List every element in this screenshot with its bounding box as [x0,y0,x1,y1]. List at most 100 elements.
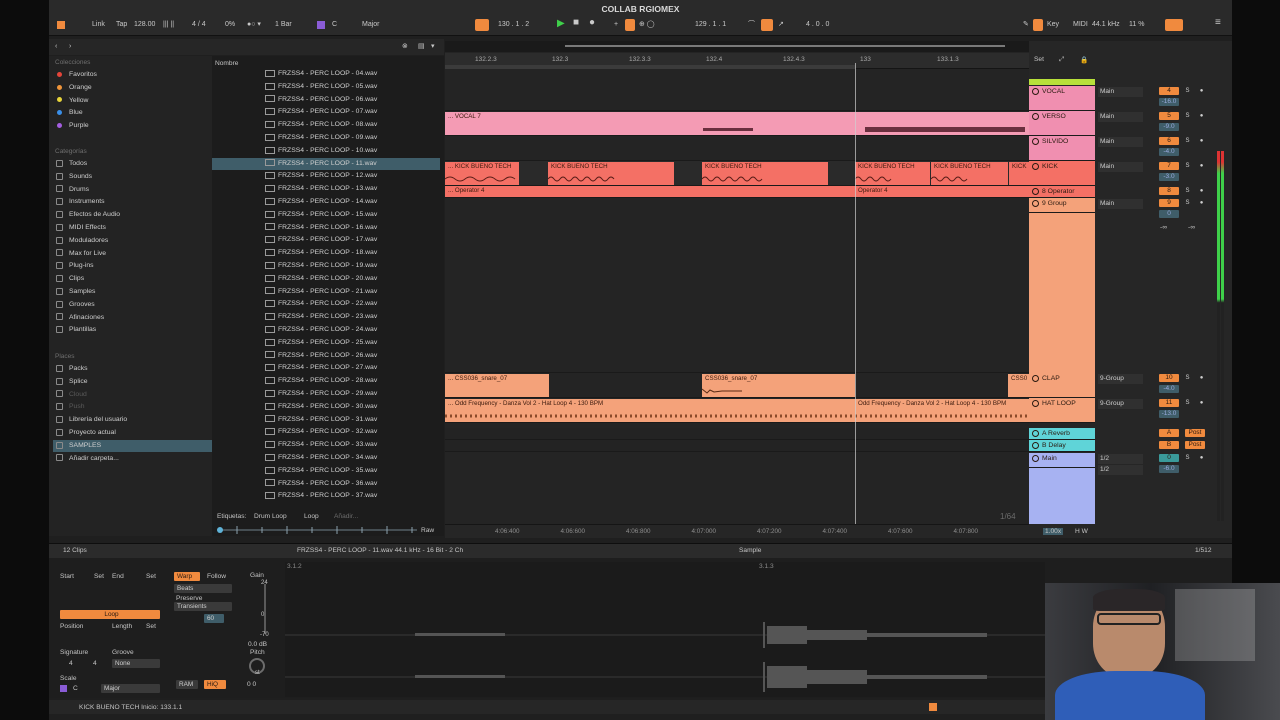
beat-ruler[interactable]: 132.2.3 132.3 132.3.3 132.4 132.4.3 133 133.1.… [445,53,1029,69]
track-volume[interactable]: -6.0 [1159,465,1179,473]
file-item[interactable]: FRZSS4 - PERC LOOP - 30.wav [212,401,440,414]
sample-tab[interactable]: Sample [739,547,761,554]
stop-icon[interactable]: ■ [573,18,579,28]
punch-icon[interactable]: ⊕ ◯ [639,20,655,30]
file-item[interactable]: FRZSS4 - PERC LOOP - 17.wav [212,234,440,247]
category-item[interactable]: Grooves [53,299,95,311]
clip-kick-5[interactable]: KICK [1009,162,1029,185]
punch-out-icon[interactable]: ↗ [778,20,784,30]
file-item[interactable]: FRZSS4 - PERC LOOP - 14.wav [212,196,440,209]
file-item[interactable]: FRZSS4 - PERC LOOP - 22.wav [212,298,440,311]
file-item[interactable]: FRZSS4 - PERC LOOP - 23.wav [212,311,440,324]
collection-blue[interactable]: Blue [53,107,83,119]
forward-icon[interactable]: › [69,42,71,52]
clip-snare-2[interactable]: CSS036_snare_07 [702,374,855,397]
track-activator-icon[interactable] [1032,374,1039,382]
category-item[interactable]: MIDI Effects [53,222,106,234]
track-volume[interactable]: -13.0 [1159,410,1179,418]
file-item[interactable]: FRZSS4 - PERC LOOP - 29.wav [212,388,440,401]
quantize-select[interactable]: 1 Bar [275,20,292,30]
collection-favoritos[interactable]: Favoritos [53,69,97,81]
arm-button[interactable]: ● [1197,87,1206,95]
track-lane-vocal[interactable] [445,86,1029,111]
return-lane-delay[interactable] [445,440,1029,452]
track-lane-operator[interactable]: ... Operator 4 Operator 4 [445,186,1029,198]
category-item[interactable]: Todos [53,158,87,170]
track-header-a-reverb[interactable]: A Reverb [1029,428,1095,440]
clip-operator-2[interactable]: Operator 4 [855,186,1029,197]
track-output-select[interactable]: Main [1098,137,1143,147]
track-output-select[interactable]: 9-Group [1098,374,1143,384]
key-map-button[interactable] [1033,19,1043,31]
track-number[interactable]: 6 [1159,137,1179,145]
file-item[interactable]: FRZSS4 - PERC LOOP - 34.wav [212,452,440,465]
transient-value[interactable]: 60 [204,614,224,623]
track-volume[interactable]: -9.0 [1159,123,1179,131]
follow-toggle[interactable]: Follow [207,573,226,580]
loop-toggle[interactable] [625,19,635,31]
track-volume[interactable]: -4.0 [1159,385,1179,393]
automation-arm-button[interactable] [475,19,489,31]
solo-button[interactable]: S [1183,199,1192,207]
track-number[interactable]: 4 [1159,87,1179,95]
tag-drum-loop[interactable]: Drum Loop [254,513,287,520]
file-item[interactable]: FRZSS4 - PERC LOOP - 32.wav [212,426,440,439]
clip-hat-1[interactable]: ... Odd Frequency - Danza Vol 2 - Hat Lo… [445,399,855,422]
file-item[interactable]: FRZSS4 - PERC LOOP - 05.wav [212,81,440,94]
clip-kick-0[interactable]: ... KICK BUENO TECH [445,162,519,185]
solo-button[interactable]: S [1183,87,1192,95]
track-output-select[interactable]: Main [1098,87,1143,97]
loop-length-field[interactable]: 4 . 0 . 0 [806,20,829,30]
arm-button[interactable]: ● [1197,374,1206,382]
file-item[interactable]: FRZSS4 - PERC LOOP - 18.wav [212,247,440,260]
signature-field[interactable]: 4 / 4 [192,20,206,30]
track-header-verso[interactable]: VERSO [1029,111,1095,136]
groove-amount[interactable]: 0% [225,20,235,30]
key-select[interactable]: C [332,20,337,30]
file-item[interactable]: FRZSS4 - PERC LOOP - 12.wav [212,170,440,183]
track-volume[interactable]: -4.0 [1159,148,1179,156]
solo-button[interactable]: S [1183,399,1192,407]
file-item[interactable]: FRZSS4 - PERC LOOP - 07.wav [212,106,440,119]
category-item[interactable]: Plug-ins [53,260,94,272]
track-number[interactable]: 11 [1159,399,1179,407]
track-number[interactable]: 10 [1159,374,1179,382]
main-track-body[interactable] [1029,468,1095,524]
set-button[interactable]: Set [1034,56,1044,63]
pencil-icon[interactable]: ✎ [1023,20,1029,30]
track-header-9-group[interactable]: 9 Group [1029,198,1095,213]
file-item[interactable]: FRZSS4 - PERC LOOP - 10.wav [212,145,440,158]
track-activator-icon[interactable] [1032,399,1039,407]
hiq-toggle[interactable]: HiQ [204,680,226,689]
track-number[interactable]: A [1159,429,1179,437]
track-number[interactable]: B [1159,441,1179,449]
file-item[interactable]: FRZSS4 - PERC LOOP - 27.wav [212,362,440,375]
groove-select[interactable]: None [112,659,160,668]
file-item[interactable]: FRZSS4 - PERC LOOP - 19.wav [212,260,440,273]
solo-button[interactable]: S [1183,454,1192,462]
file-item[interactable]: FRZSS4 - PERC LOOP - 26.wav [212,350,440,363]
end-set-button[interactable]: Set [146,573,156,580]
scale-select[interactable]: Major [362,20,380,30]
place-item[interactable]: Añadir carpeta... [53,453,212,465]
track-volume[interactable]: -3.0 [1159,173,1179,181]
group-track-body[interactable] [1029,213,1095,373]
category-item[interactable]: Afinaciones [53,312,104,324]
file-item[interactable]: FRZSS4 - PERC LOOP - 08.wav [212,119,440,132]
track-header-hat-loop[interactable]: HAT LOOP [1029,398,1095,423]
arm-button[interactable]: ● [1197,162,1206,170]
place-item[interactable]: SAMPLES [53,439,212,452]
track-lane-group[interactable] [445,198,1029,373]
category-item[interactable]: Max for Live [53,248,106,260]
search-clear-icon[interactable]: ⊗ [402,42,408,52]
track-volume[interactable]: -16.0 [1159,98,1179,106]
menu-icon[interactable]: ≡ [1215,18,1221,28]
track-number[interactable]: 0 [1159,454,1179,462]
clip-snare-3[interactable]: CSS0 [1008,374,1029,397]
arm-button[interactable]: ● [1197,454,1206,462]
file-item[interactable]: FRZSS4 - PERC LOOP - 31.wav [212,414,440,427]
tag-add[interactable]: Añadir... [334,513,358,520]
collection-yellow[interactable]: Yellow [53,95,88,107]
draw-icon[interactable]: ⌒ [748,20,755,30]
sig-numerator[interactable]: 4 [69,660,73,667]
